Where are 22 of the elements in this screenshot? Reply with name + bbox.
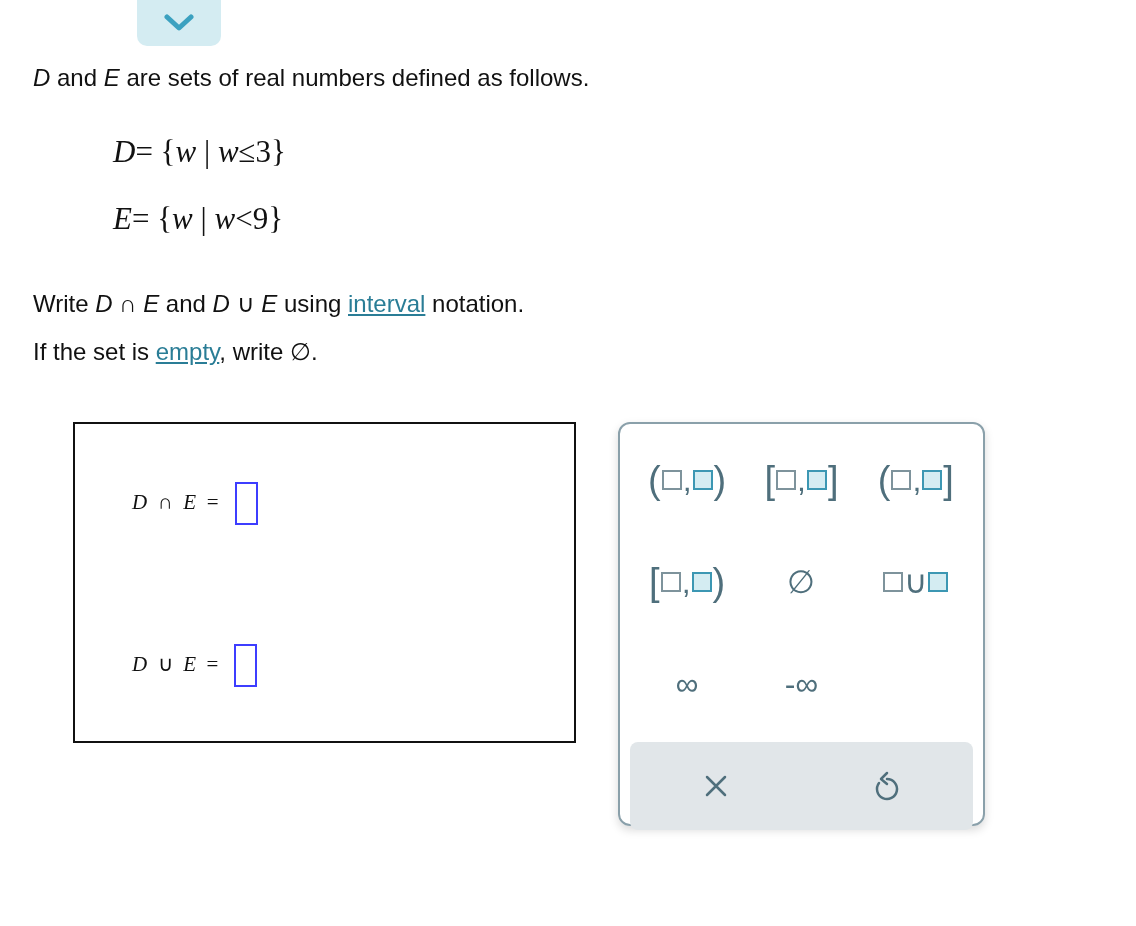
interval-key[interactable]: [ , ): [630, 546, 745, 618]
interval-key[interactable]: ( , ]: [858, 444, 973, 516]
close-icon: [703, 774, 728, 798]
equation-label: D ∩ E =: [132, 489, 219, 517]
collapse-toggle-button[interactable]: [137, 0, 221, 46]
union-key[interactable]: ∪: [858, 546, 973, 618]
instruction-text: If the set is empty, write ∅.: [33, 337, 319, 367]
symbol-key[interactable]: ∅: [744, 546, 859, 618]
equation-label: D ∪ E =: [132, 651, 219, 679]
answer-field[interactable]: [234, 481, 258, 525]
glossary-link[interactable]: empty: [155, 338, 220, 365]
symbol-key[interactable]: ∞: [630, 648, 745, 720]
chevron-down-icon: [163, 14, 195, 32]
intro-text: D and E are sets of real numbers defined as follows.: [33, 63, 591, 93]
glossary-link[interactable]: interval: [348, 290, 426, 317]
set-definition: E= {w | w<9}: [113, 203, 285, 234]
set-definition: D= {w | w≤3}: [113, 136, 287, 167]
answer-field[interactable]: [234, 643, 258, 687]
interval-key[interactable]: ( , ): [630, 444, 745, 516]
interval-key[interactable]: [ , ]: [744, 444, 859, 516]
symbol-key[interactable]: -∞: [744, 648, 859, 720]
instruction-text: Write D ∩ E and D ∪ E using interval notation.: [33, 289, 526, 319]
